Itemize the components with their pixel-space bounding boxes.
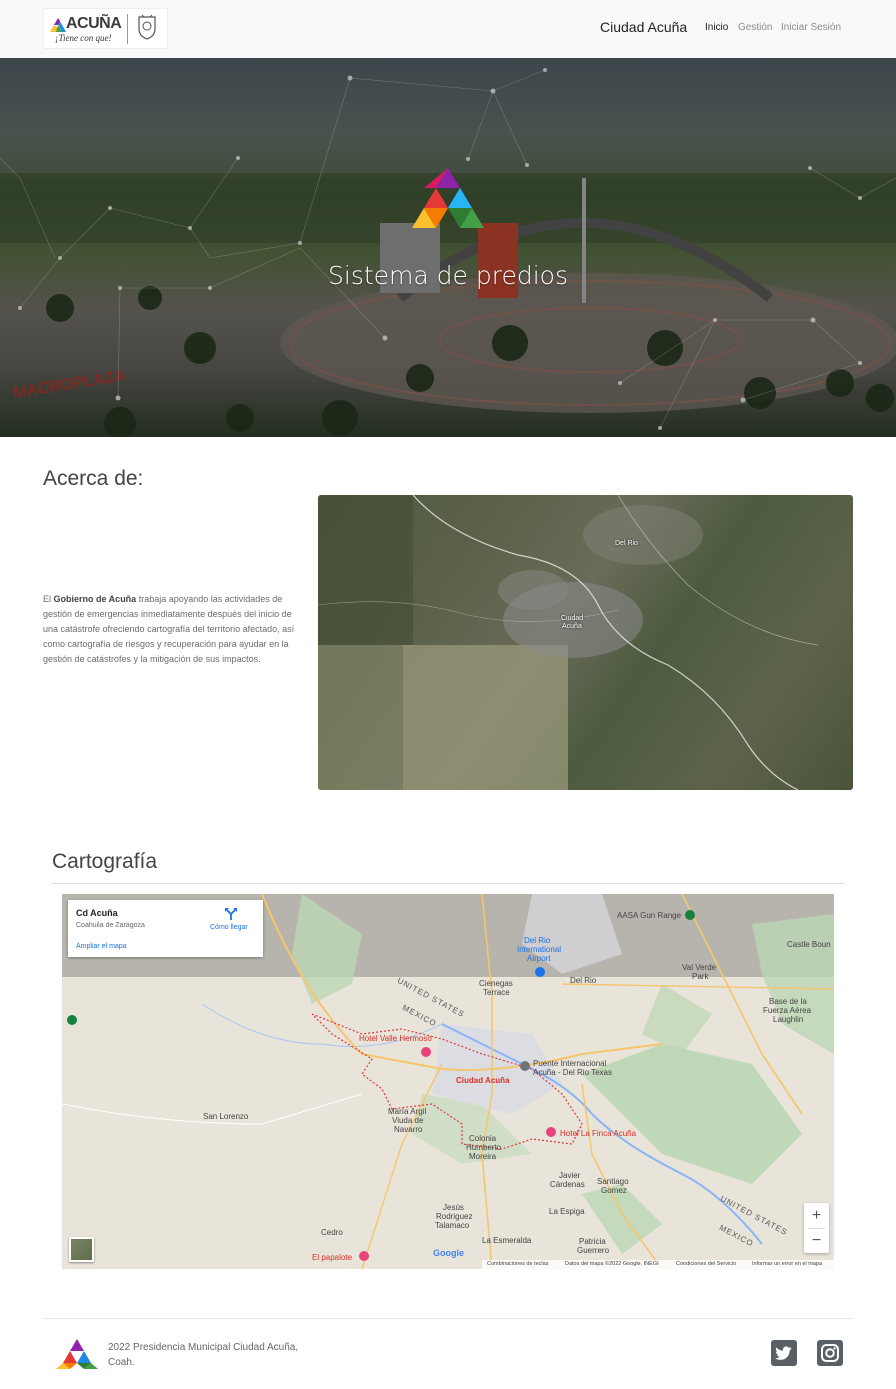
map-label-colonia-3: Moreira	[469, 1152, 497, 1161]
map-label-el-papalote[interactable]: El papalote	[312, 1253, 352, 1262]
about-title: Acerca de:	[43, 467, 144, 490]
google-logo: Google	[433, 1248, 464, 1258]
zoom-out-button[interactable]: −	[804, 1228, 829, 1253]
map-label-hotel-finca[interactable]: Hotel La Finca Acuña	[560, 1129, 636, 1138]
map-label-maria-2: Viuda de	[392, 1116, 424, 1125]
map-label-base-3: Laughlin	[773, 1015, 804, 1024]
logo-text: ACUÑA	[66, 15, 122, 32]
satellite-map[interactable]: Del Rio Ciudad Acuña	[318, 495, 853, 790]
map-label-val-verde-2: Park	[692, 972, 709, 981]
zoom-in-button[interactable]: +	[804, 1203, 829, 1228]
map-label-patricia-2: Guerrero	[577, 1246, 610, 1255]
map-label-colonia-1: Colonia	[469, 1134, 497, 1143]
footer-copyright: 2022 Presidencia Municipal Ciudad Acuña,…	[108, 1342, 299, 1368]
map-label-base-2: Fuerza Aérea	[763, 1006, 812, 1015]
map-label-colonia-2: Humberto	[466, 1143, 502, 1152]
terms-link[interactable]: Condiciones del Servicio	[676, 1261, 736, 1267]
map-label-del-rio: Del Rio	[570, 976, 597, 985]
instagram-link[interactable]	[817, 1340, 843, 1366]
logo-divider	[127, 14, 128, 44]
navbar: ACUÑA ¡Tiene con que! Ciudad Acuña Inici…	[0, 0, 896, 58]
map-label-san-lorenzo: San Lorenzo	[203, 1112, 249, 1121]
sat-label-del-rio: Del Rio	[615, 540, 638, 547]
enlarge-map-link[interactable]: Ampliar el mapa	[76, 943, 127, 950]
cartografia-divider	[52, 883, 844, 884]
hero-title: Sistema de predios	[328, 261, 568, 290]
footer-emblem-icon	[56, 1339, 98, 1369]
map-label-la-esmeralda: La Esmeralda	[482, 1236, 532, 1245]
sat-label-ciudad: Ciudad	[561, 615, 584, 622]
map-label-maria-3: Navarro	[394, 1125, 423, 1134]
keyboard-shortcuts-link[interactable]: Combinaciones de teclas	[487, 1261, 548, 1267]
map-label-cedro: Cedro	[321, 1228, 343, 1237]
twitter-icon	[774, 1346, 792, 1360]
map-data-credit: Datos del mapa ©2022 Google, INEGI	[565, 1261, 659, 1267]
map-info-card: Cd Acuña Coahuila de Zaragoza Ampliar el…	[68, 900, 263, 957]
map-label-airport-2: International	[517, 945, 562, 954]
map-label-base-1: Base de la	[769, 997, 807, 1006]
map-label-cienegas-1: Cienegas	[479, 979, 513, 988]
map-label-santiago-2: Gomez	[601, 1186, 627, 1195]
map-label-patricia-1: Patricia	[579, 1237, 606, 1246]
map-label-jesus-1: Jesús	[443, 1203, 464, 1212]
acuna-logo[interactable]: ACUÑA ¡Tiene con que!	[43, 8, 168, 49]
nav-gestion[interactable]: Gestión	[738, 22, 772, 33]
map-label-la-espiga: La Espiga	[549, 1207, 585, 1216]
map-label-santiago-1: Santiago	[597, 1177, 629, 1186]
map-zoom-control: + −	[804, 1203, 829, 1253]
map-label-hotel-valle[interactable]: Hotel Valle Hermoso	[359, 1034, 432, 1043]
twitter-link[interactable]	[771, 1340, 797, 1366]
hero-overlay	[0, 58, 896, 437]
logo-tagline: ¡Tiene con que!	[55, 33, 112, 43]
map-card-title: Cd Acuña	[76, 908, 118, 918]
map-label-javier-2: Cárdenas	[550, 1180, 585, 1189]
acuna-emblem-icon	[412, 168, 484, 228]
satellite-layer-toggle[interactable]	[69, 1237, 94, 1262]
map-label-jesus-3: Talamaco	[435, 1221, 470, 1230]
nav-inicio[interactable]: Inicio	[705, 22, 728, 33]
map-label-aasa: AASA Gun Range	[617, 911, 682, 920]
map-label-puente-2: Acuña - Del Rio Texas	[533, 1068, 612, 1077]
municipal-seal-icon	[138, 14, 156, 40]
sat-label-acuna: Acuña	[562, 623, 582, 630]
about-text-bold: Gobierno de Acuña	[53, 594, 137, 604]
google-map-embed[interactable]: AASA Gun Range Castle Boun Del Rio Inter…	[62, 894, 834, 1269]
nav-iniciar-sesion[interactable]: Iniciar Sesión	[781, 22, 841, 33]
report-error-link[interactable]: Informar un error en el mapa	[752, 1261, 822, 1267]
map-label-puente-1: Puente Internacional	[533, 1059, 607, 1068]
footer-divider	[43, 1318, 853, 1319]
map-footer-bar: Combinaciones de teclas Datos del mapa ©…	[482, 1260, 834, 1269]
map-label-javier-1: Javier	[559, 1171, 581, 1180]
about-text-prefix: El	[43, 594, 54, 604]
hero-banner: MACROPLAZA Sistema de predios	[0, 58, 896, 437]
map-card-region: Coahuila de Zaragoza	[76, 922, 145, 929]
map-label-airport-3: Airport	[527, 954, 551, 963]
map-label-airport-1: Del Rio	[524, 936, 551, 945]
map-label-maria-1: María Argil	[388, 1107, 427, 1116]
about-text: El Gobierno de Acuña trabaja apoyando la…	[43, 592, 305, 667]
acuna-logo-mark-icon	[50, 18, 66, 32]
map-label-cienegas-2: Terrace	[483, 988, 510, 997]
cartografia-title: Cartografía	[52, 850, 158, 873]
directions-link[interactable]: Cómo llegar	[210, 924, 248, 931]
map-label-ciudad-acuna: Ciudad Acuña	[456, 1076, 510, 1085]
directions-icon[interactable]	[224, 907, 238, 921]
instagram-icon	[821, 1344, 839, 1362]
map-label-val-verde-1: Val Verde	[682, 963, 717, 972]
about-text-body: trabaja apoyando las actividades de gest…	[43, 594, 295, 664]
satellite-map-imagery	[318, 495, 819, 790]
map-label-castle: Castle Boun	[787, 940, 831, 949]
map-label-jesus-2: Rodriguez	[436, 1212, 473, 1221]
site-brand[interactable]: Ciudad Acuña	[600, 19, 687, 35]
